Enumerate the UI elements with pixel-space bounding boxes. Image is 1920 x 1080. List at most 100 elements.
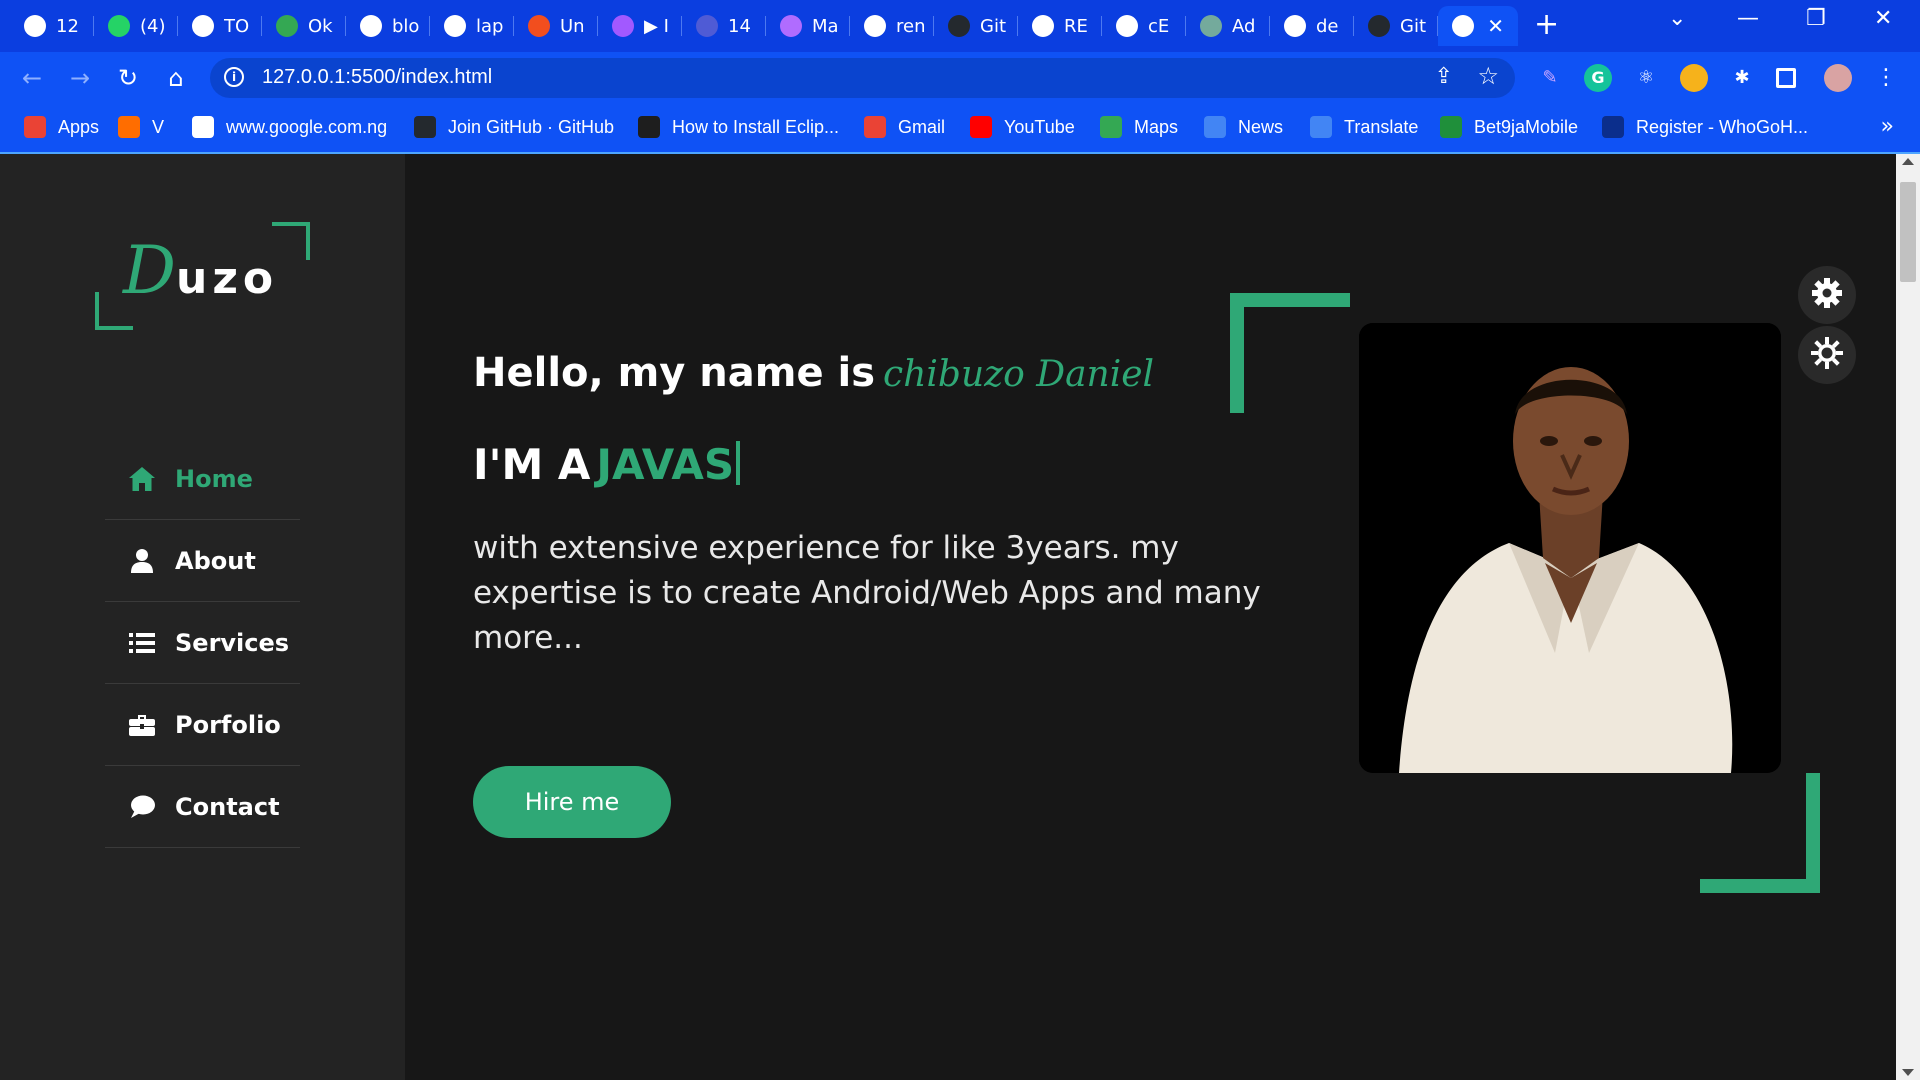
- bookmark-item[interactable]: Apps: [24, 116, 99, 138]
- whogohost-icon: [1602, 116, 1624, 138]
- hire-me-button[interactable]: Hire me: [473, 766, 671, 838]
- figma-icon: [612, 15, 634, 37]
- restore-button[interactable]: ❐: [1806, 6, 1826, 31]
- browser-tab-active[interactable]: ✕: [1438, 6, 1518, 46]
- honey-extension-icon[interactable]: [1680, 64, 1708, 92]
- back-button[interactable]: ←: [16, 62, 48, 94]
- nav-item-contact[interactable]: Contact: [105, 766, 300, 848]
- share-icon[interactable]: ⇪: [1435, 64, 1453, 89]
- bookmark-item[interactable]: Maps: [1100, 116, 1178, 138]
- bookmark-item[interactable]: Gmail: [864, 116, 945, 138]
- bookmark-label: YouTube: [1004, 116, 1075, 137]
- bookmark-item[interactable]: www.google.com.ng: [192, 116, 387, 138]
- tab-search-dropdown-icon[interactable]: ⌄: [1668, 6, 1686, 31]
- sun-icon: [1811, 337, 1843, 373]
- page-scrollbar[interactable]: [1896, 154, 1920, 1080]
- new-tab-button[interactable]: +: [1534, 8, 1559, 42]
- profile-photo: [1359, 323, 1781, 773]
- browser-menu-icon[interactable]: ⋮: [1872, 64, 1900, 92]
- forward-button[interactable]: →: [64, 62, 96, 94]
- bookmark-label: How to Install Eclip...: [672, 116, 840, 137]
- browser-tab[interactable]: de: [1270, 6, 1354, 46]
- main-nav: Home About Services Porfolio Contact: [105, 438, 300, 848]
- logo-text: uzo: [176, 253, 279, 304]
- home-button[interactable]: ⌂: [160, 62, 192, 94]
- role-prefix: I'M A: [473, 440, 591, 489]
- greeting-text: Hello, my name is: [473, 350, 876, 396]
- browser-tab[interactable]: Ma: [766, 6, 850, 46]
- tab-title: 14: [728, 15, 751, 37]
- github-icon: [1368, 15, 1390, 37]
- extensions-puzzle-icon[interactable]: ✱: [1728, 64, 1756, 92]
- theme-toggle-button[interactable]: [1798, 326, 1856, 384]
- bookmark-item[interactable]: News: [1204, 116, 1283, 138]
- bookmark-star-icon[interactable]: ☆: [1477, 62, 1499, 90]
- bookmark-item[interactable]: V: [118, 116, 164, 138]
- bookmark-item[interactable]: Join GitHub · GitHub: [414, 116, 614, 138]
- browser-tab[interactable]: Un: [514, 6, 598, 46]
- browser-tab[interactable]: Git: [1354, 6, 1438, 46]
- hero-role: I'M A JAVAS: [473, 440, 741, 489]
- close-tab-icon[interactable]: ✕: [1487, 14, 1504, 38]
- browser-tab[interactable]: Ok: [262, 6, 346, 46]
- nav-item-services[interactable]: Services: [105, 602, 300, 684]
- globe-icon: [1452, 15, 1474, 37]
- reload-button[interactable]: ↻: [112, 62, 144, 94]
- nav-label: Home: [175, 464, 253, 493]
- url-text[interactable]: 127.0.0.1:5500/index.html: [262, 66, 492, 89]
- browser-tab[interactable]: ren: [850, 6, 934, 46]
- browser-tab[interactable]: lap: [430, 6, 514, 46]
- browser-tab[interactable]: cE: [1102, 6, 1186, 46]
- bookmark-item[interactable]: Bet9jaMobile: [1440, 116, 1578, 138]
- bookmark-item[interactable]: Register - WhoGoH...: [1602, 116, 1808, 138]
- nav-item-home[interactable]: Home: [105, 438, 300, 520]
- bookmark-label: www.google.com.ng: [226, 116, 388, 137]
- hero-description: with extensive experience for like 3year…: [473, 530, 1261, 656]
- bet9ja-icon: [1440, 116, 1462, 138]
- nav-item-portfolio[interactable]: Porfolio: [105, 684, 300, 766]
- bookmark-label: News: [1238, 116, 1284, 137]
- profile-avatar[interactable]: [1824, 64, 1852, 92]
- settings-button[interactable]: [1798, 266, 1856, 324]
- nav-item-about[interactable]: About: [105, 520, 300, 602]
- browser-tab[interactable]: (4): [94, 6, 178, 46]
- scroll-down-arrow-icon[interactable]: [1902, 1069, 1914, 1076]
- address-bar[interactable]: i 127.0.0.1:5500/index.html ⇪ ☆: [210, 58, 1515, 98]
- bookmark-label: V: [152, 116, 165, 137]
- minimize-button[interactable]: —: [1737, 6, 1759, 31]
- side-panel-icon[interactable]: [1776, 68, 1796, 88]
- browser-tab[interactable]: Ad: [1186, 6, 1270, 46]
- tab-title: blo: [392, 15, 420, 37]
- browser-tab[interactable]: ▶ I: [598, 6, 682, 46]
- bookmark-item[interactable]: Translate: [1310, 116, 1418, 138]
- browser-tab[interactable]: RE: [1018, 6, 1102, 46]
- feather-extension-icon[interactable]: ✎: [1536, 64, 1564, 92]
- site-logo[interactable]: D uzo: [95, 222, 310, 330]
- browser-tab[interactable]: 12: [10, 6, 94, 46]
- grammarly-extension-icon[interactable]: G: [1584, 64, 1612, 92]
- react-devtools-icon[interactable]: ⚛: [1632, 64, 1660, 92]
- bookmark-item[interactable]: How to Install Eclip...: [638, 116, 839, 138]
- gear-icon: [1812, 278, 1842, 312]
- scroll-thumb[interactable]: [1900, 182, 1916, 282]
- bookmark-label: Apps: [58, 116, 100, 137]
- browser-tab[interactable]: TO: [178, 6, 262, 46]
- browser-tab-strip: 12 (4) TO Ok blo lap Un ▶ I 14 Ma ren Git RE cE Ad de Gi…: [0, 0, 1920, 52]
- briefcase-icon: [127, 711, 157, 739]
- more-bookmarks-icon[interactable]: »: [1881, 114, 1894, 139]
- globe-icon: [360, 15, 382, 37]
- scroll-up-arrow-icon[interactable]: [1902, 158, 1914, 165]
- tab-title: ren: [896, 15, 926, 37]
- figma-icon: [528, 15, 550, 37]
- browser-tab[interactable]: Git: [934, 6, 1018, 46]
- tab-title: lap: [476, 15, 504, 37]
- bookmark-item[interactable]: YouTube: [970, 116, 1075, 138]
- m-logo-icon: [780, 15, 802, 37]
- site-info-icon[interactable]: i: [224, 67, 244, 87]
- github-icon: [948, 15, 970, 37]
- globe-icon: [192, 15, 214, 37]
- browser-tab[interactable]: 14: [682, 6, 766, 46]
- browser-tab[interactable]: blo: [346, 6, 430, 46]
- close-window-button[interactable]: ✕: [1874, 6, 1892, 31]
- tab-title: cE: [1148, 15, 1170, 37]
